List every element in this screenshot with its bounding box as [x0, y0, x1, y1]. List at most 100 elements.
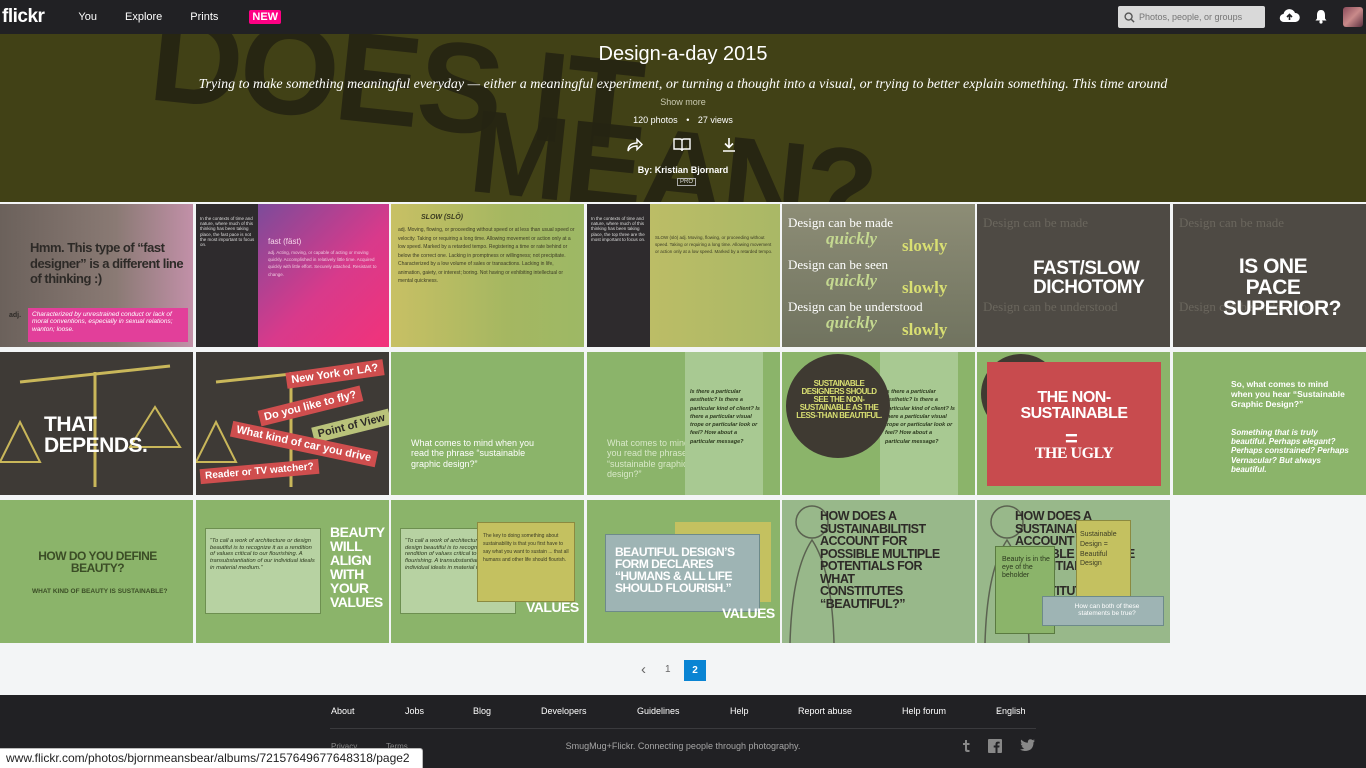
- show-more-link[interactable]: Show more: [0, 97, 1366, 107]
- tile-definitions: adj. Moving, flowing, or proceeding with…: [398, 227, 575, 284]
- photo-tile[interactable]: What comes to mind when you read the phr…: [391, 352, 584, 495]
- pro-badge: PRO: [677, 178, 697, 186]
- tile-answer: Something that is truly beautiful. Perha…: [1231, 428, 1349, 474]
- tile-heading: THAT DEPENDS.: [44, 413, 148, 457]
- top-navigation-bar: flickr You Explore Prints NEW: [0, 0, 1366, 34]
- twitter-icon[interactable]: [1020, 739, 1035, 752]
- photo-tile[interactable]: New York or LA? Do you like to fly? Poin…: [196, 352, 389, 495]
- tile-note: The key to doing something about sustain…: [483, 533, 569, 563]
- tile-small-text: In the contexts of time and nature, wher…: [200, 216, 255, 247]
- photo-tile[interactable]: Is there a particular aesthetic? Is ther…: [782, 352, 975, 495]
- tile-box-text: Sustainable Design = Beautiful Design: [1080, 531, 1117, 568]
- tile-subheading: WHAT KIND OF BEAUTY IS SUSTAINABLE?: [32, 588, 168, 595]
- tile-word: SLOW (SLŌ): [421, 214, 463, 221]
- photo-tile[interactable]: Design can be made Design can be underst…: [1173, 204, 1366, 347]
- tile-heading: IS ONE PACE SUPERIOR?: [1223, 255, 1342, 320]
- tile-quickly: quickly: [826, 229, 877, 248]
- tile-quote: “To call a work of architecture or desig…: [210, 538, 315, 571]
- footer-link-guidelines[interactable]: Guidelines: [637, 706, 680, 716]
- prev-page-button[interactable]: ‹: [641, 661, 646, 678]
- tile-slowly: slowly: [902, 236, 948, 255]
- new-badge: NEW: [249, 10, 282, 24]
- photo-tile[interactable]: So, what comes to mind when you hear “Su…: [1173, 352, 1366, 495]
- tile-slowly: slowly: [902, 320, 948, 339]
- main-nav: You Explore Prints NEW: [78, 10, 337, 24]
- tile-heading: THE UGLY: [1034, 445, 1114, 462]
- album-owner[interactable]: By: Kristian Bjornard: [0, 165, 1366, 175]
- search-box[interactable]: [1118, 6, 1265, 28]
- tile-definitions: SLOW (slō) adj. Moving, flowing, or proc…: [655, 235, 773, 255]
- tile-faint-text: Design can be made: [983, 215, 1089, 230]
- album-stats: 120 photos • 27 views: [633, 115, 733, 125]
- tile-slowly: slowly: [902, 278, 948, 297]
- nav-you[interactable]: You: [78, 10, 97, 24]
- tile-word: fast (fäst): [268, 237, 302, 246]
- album-title: Design-a-day 2015: [598, 43, 768, 65]
- footer-link-help[interactable]: Help: [730, 706, 749, 716]
- share-icon[interactable]: [625, 137, 643, 153]
- tile-heading: THE NON-SUSTAINABLE: [1020, 389, 1128, 422]
- tile-heading: VALUES: [722, 605, 775, 621]
- chevron-down-icon: ⌄: [996, 707, 1002, 714]
- tile-definitions: adj. Acting, moving, or capable of actin…: [268, 250, 377, 277]
- nav-prints-label: Prints: [190, 11, 219, 23]
- user-avatar[interactable]: [1343, 7, 1363, 27]
- page-1-link[interactable]: 1: [665, 664, 671, 675]
- upload-cloud-icon[interactable]: [1279, 8, 1300, 24]
- photo-count: 120 photos: [633, 115, 678, 125]
- flickr-logo[interactable]: flickr: [2, 6, 45, 28]
- nav-explore[interactable]: Explore: [125, 10, 162, 24]
- photo-tile[interactable]: HOW DOES A SUSTAINABILITIST ACCOUNT FOR …: [782, 500, 975, 643]
- tile-left-text: Beauty is in the eye of the beholder: [1002, 556, 1050, 580]
- photo-tile[interactable]: Design can be made quickly slowly Design…: [782, 204, 975, 347]
- photo-tile[interactable]: In the contexts of time and nature, wher…: [196, 204, 389, 347]
- tile-heading: VALUES: [526, 599, 579, 615]
- footer-link-developers[interactable]: Developers: [541, 706, 587, 716]
- tile-heading: HOW DOES A SUSTAINABILITIST ACCOUNT FOR …: [820, 509, 940, 611]
- footer-link-jobs[interactable]: Jobs: [405, 706, 424, 716]
- photo-tile[interactable]: What comes to mind when you read the phr…: [587, 352, 780, 495]
- photo-tile[interactable]: SLOW (SLŌ) adj. Moving, flowing, or proc…: [391, 204, 584, 347]
- photo-tile[interactable]: THE NON-SUSTAINABLE = THE UGLY: [977, 352, 1170, 495]
- photo-grid: Hmm. This type of “fast designer” is a d…: [0, 204, 1366, 644]
- tile-definition: Characterized by unrestrained conduct or…: [32, 311, 173, 333]
- tile-question: What comes to mind when you read the phr…: [411, 438, 535, 469]
- pagination: ‹ 1 2: [0, 660, 1366, 682]
- photo-tile[interactable]: “To call a work of architecture or desig…: [391, 500, 584, 643]
- footer-link-blog[interactable]: Blog: [473, 706, 491, 716]
- photo-tile[interactable]: HOW DOES A SUSTAINABILITIST ACCOUNT FOR …: [977, 500, 1170, 643]
- view-count: 27 views: [697, 115, 733, 125]
- footer-link-report-abuse[interactable]: Report abuse: [798, 706, 852, 716]
- photo-tile[interactable]: Design can be made Design can be underst…: [977, 204, 1170, 347]
- notifications-bell-icon[interactable]: [1314, 9, 1328, 24]
- search-icon: [1124, 11, 1135, 23]
- footer-divider: [330, 728, 1036, 729]
- tile-heading: FAST/SLOW DICHOTOMY: [1033, 258, 1145, 298]
- search-input[interactable]: [1139, 12, 1259, 22]
- album-header: DOES IT MEAN? Design-a-day 2015 Trying t…: [0, 34, 1366, 202]
- tile-questions: Is there a particular aesthetic? Is ther…: [885, 389, 955, 445]
- tile-adj: adj.: [9, 312, 22, 319]
- footer-link-help-forum[interactable]: Help forum: [902, 706, 946, 716]
- tile-quickly: quickly: [826, 313, 877, 332]
- album-actions: [625, 137, 737, 153]
- tile-quickly: quickly: [826, 271, 877, 290]
- nav-prints[interactable]: Prints NEW: [190, 10, 309, 24]
- slideshow-book-icon[interactable]: [673, 137, 691, 153]
- photo-tile[interactable]: Hmm. This type of “fast designer” is a d…: [0, 204, 193, 347]
- tile-question: How can both of these statements be true…: [1074, 603, 1140, 618]
- photo-tile[interactable]: BEAUTIFUL DESIGN’S FORM DECLARES “HUMANS…: [587, 500, 780, 643]
- album-description: Trying to make something meaningful ever…: [198, 77, 1168, 92]
- browser-status-url: www.flickr.com/photos/bjornmeansbear/alb…: [0, 748, 423, 768]
- page-2-current[interactable]: 2: [684, 660, 706, 681]
- photo-tile[interactable]: THAT DEPENDS.: [0, 352, 193, 495]
- footer-link-about[interactable]: About: [331, 706, 355, 716]
- photo-tile[interactable]: In the contexts of time and nature, wher…: [587, 204, 780, 347]
- download-icon[interactable]: [721, 137, 737, 153]
- tile-heading: BEAUTY WILL ALIGN WITH YOUR VALUES: [330, 524, 385, 610]
- photo-tile[interactable]: HOW DO YOU DEFINE BEAUTY? WHAT KIND OF B…: [0, 500, 193, 643]
- tile-small-text: In the contexts of time and nature, wher…: [591, 216, 646, 242]
- facebook-icon[interactable]: [988, 739, 1002, 753]
- tumblr-icon[interactable]: [961, 739, 971, 753]
- photo-tile[interactable]: “To call a work of architecture or desig…: [196, 500, 389, 643]
